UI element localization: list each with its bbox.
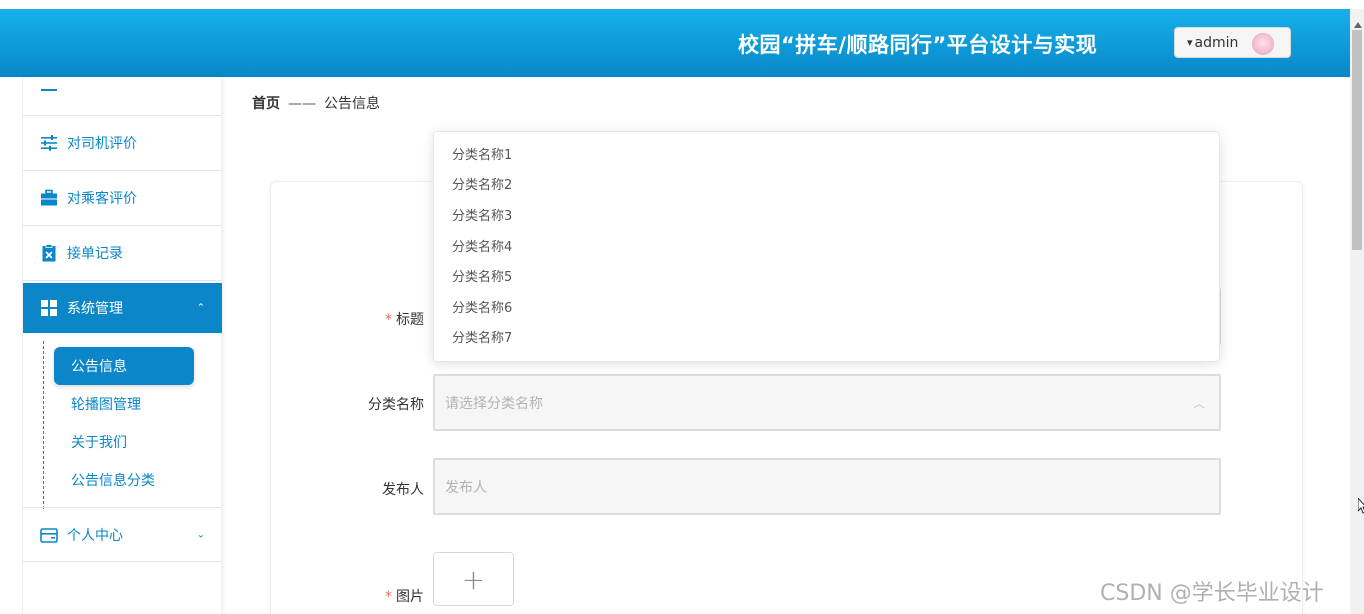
image-label: * 图片	[385, 589, 424, 605]
submenu-item-label: 公告信息	[71, 359, 127, 375]
publisher-input[interactable]: 发布人	[433, 458, 1221, 515]
list-icon	[40, 76, 58, 94]
sidebar-item-passenger-review[interactable]: 对乘客评价	[23, 171, 222, 226]
breadcrumb-separator: ——	[288, 96, 316, 112]
clipboard-icon	[40, 244, 58, 262]
sidebar-item-label: 系统管理	[67, 301, 123, 317]
chevron-up-icon: ︿	[1192, 396, 1205, 410]
chevron-down-icon: ⌄	[196, 529, 205, 540]
category-placeholder: 请选择分类名称	[445, 395, 543, 412]
submenu-item-announcements[interactable]: 公告信息	[54, 347, 194, 385]
plus-icon: +	[461, 562, 486, 596]
sidebar-item-hidden[interactable]	[23, 55, 222, 116]
caret-down-icon: ▾	[1187, 36, 1193, 49]
submenu-item-label: 公告信息分类	[71, 473, 155, 489]
submenu-item-label: 关于我们	[71, 435, 127, 451]
submenu-item-label: 轮播图管理	[71, 397, 141, 413]
sidebar-item-system-management[interactable]: 系统管理 ⌃	[23, 283, 222, 333]
submenu-item-carousel[interactable]: 轮播图管理	[54, 385, 141, 423]
breadcrumb-current: 公告信息	[324, 96, 380, 112]
card-icon	[40, 526, 58, 544]
submenu-item-about-us[interactable]: 关于我们	[54, 423, 127, 461]
sidebar-item-label: 对司机评价	[67, 136, 137, 152]
scroll-up-icon[interactable]	[1354, 22, 1362, 28]
grid-icon	[40, 299, 58, 317]
sliders-icon	[40, 134, 58, 152]
dropdown-option[interactable]: 分类名称7	[434, 321, 1219, 351]
submenu-item-announcement-category[interactable]: 公告信息分类	[54, 461, 155, 499]
required-mark: *	[385, 312, 392, 328]
title-label: * 标题	[385, 312, 424, 328]
publisher-placeholder: 发布人	[445, 479, 487, 496]
breadcrumb: 首页 —— 公告信息	[252, 93, 380, 113]
dropdown-option[interactable]: 分类名称6	[434, 291, 1219, 321]
image-upload-button[interactable]: +	[433, 552, 514, 606]
sidebar-item-label: 个人中心	[67, 527, 123, 544]
scrollbar-thumb[interactable]	[1352, 30, 1362, 250]
breadcrumb-home[interactable]: 首页	[252, 96, 280, 112]
username: admin	[1194, 34, 1239, 51]
category-label: 分类名称	[368, 397, 424, 413]
user-menu-button[interactable]: ▾ admin	[1174, 27, 1291, 58]
dropdown-option[interactable]: 分类名称3	[434, 199, 1219, 229]
dropdown-option[interactable]: 分类名称4	[434, 230, 1219, 260]
sidebar-item-order-records[interactable]: 接单记录	[23, 226, 222, 281]
watermark: CSDN @学长毕业设计	[1100, 581, 1324, 606]
submenu-system-management: 公告信息 轮播图管理 关于我们 公告信息分类	[43, 341, 222, 509]
category-dropdown: 分类名称1 分类名称2 分类名称3 分类名称4 分类名称5 分类名称6 分类名称…	[433, 131, 1220, 362]
sidebar: 对司机评价 对乘客评价 接单记录 系统管理 ⌃ 公告信息 轮播图管理 关于我们 …	[22, 77, 222, 614]
required-mark: *	[385, 589, 392, 605]
avatar[interactable]	[1252, 33, 1274, 55]
dropdown-option[interactable]: 分类名称1	[434, 138, 1219, 168]
sidebar-item-label: 接单记录	[67, 246, 123, 262]
dropdown-option[interactable]: 分类名称2	[434, 168, 1219, 198]
sidebar-item-driver-review[interactable]: 对司机评价	[23, 116, 222, 171]
sidebar-item-personal-center[interactable]: 个人中心 ⌄	[23, 507, 222, 562]
briefcase-icon	[40, 189, 58, 207]
publisher-label: 发布人	[382, 482, 424, 498]
mouse-cursor-icon	[1358, 498, 1364, 514]
app-title: 校园“拼车/顺路同行”平台设计与实现	[738, 33, 1098, 57]
sidebar-item-label: 对乘客评价	[67, 191, 137, 207]
chevron-up-icon: ⌃	[196, 302, 205, 314]
dropdown-option[interactable]: 分类名称5	[434, 260, 1219, 290]
category-select[interactable]: 请选择分类名称 ︿	[433, 374, 1221, 431]
